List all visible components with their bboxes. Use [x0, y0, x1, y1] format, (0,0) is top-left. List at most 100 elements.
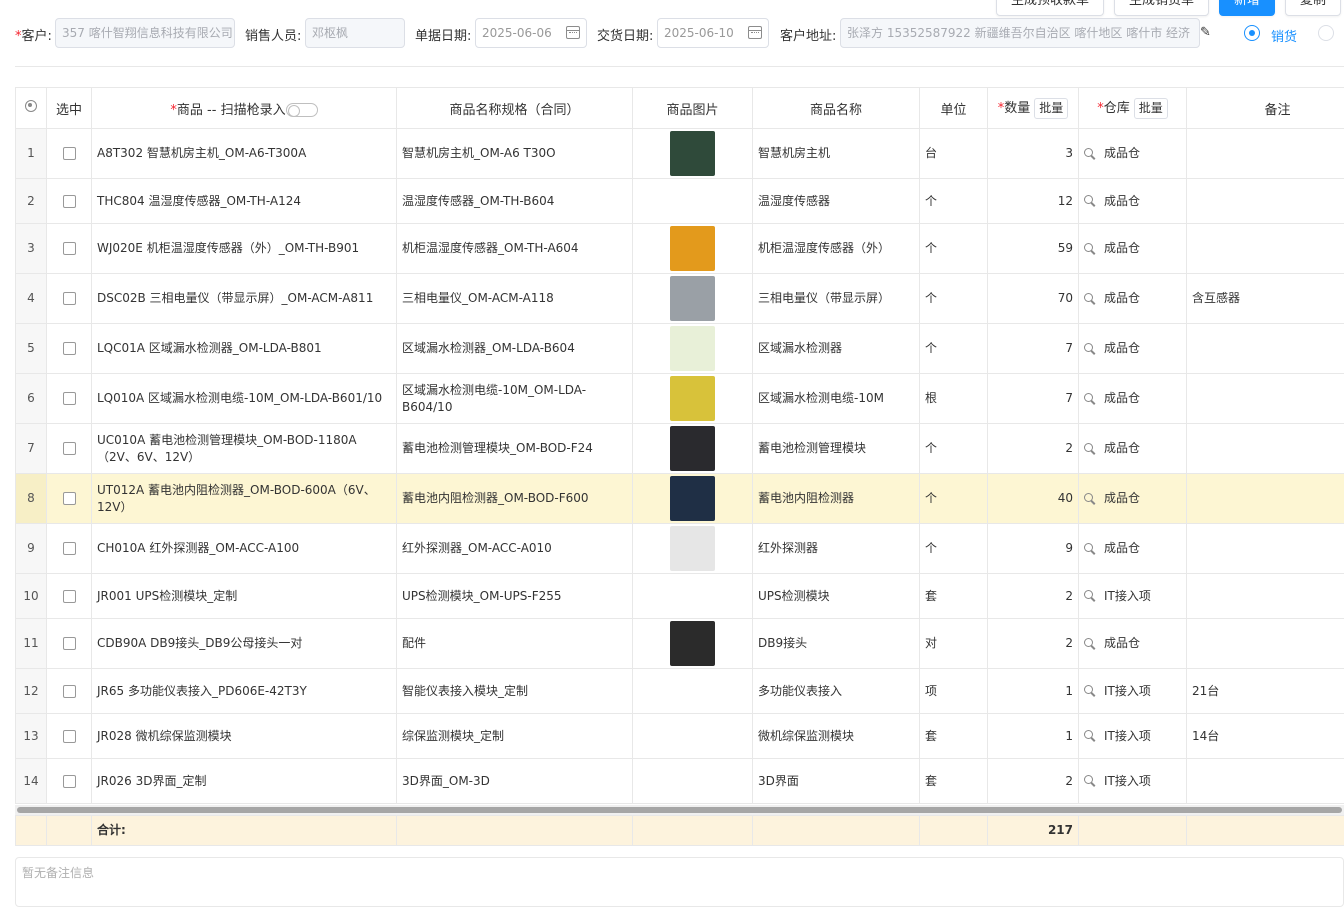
row-checkbox-cell[interactable]	[47, 619, 92, 669]
table-row[interactable]: 9CH010A 红外探测器_OM-ACC-A100红外探测器_OM-ACC-A0…	[16, 524, 1344, 574]
row-checkbox-cell[interactable]	[47, 574, 92, 619]
radio-return[interactable]	[1318, 25, 1334, 41]
row-checkbox[interactable]	[63, 195, 76, 208]
row-checkbox[interactable]	[63, 730, 76, 743]
table-row[interactable]: 8UT012A 蓄电池内阻检测器_OM-BOD-600A（6V、12V）蓄电池内…	[16, 474, 1344, 524]
name-cell[interactable]: 蓄电池内阻检测器	[753, 474, 920, 524]
copy-button[interactable]: 复制	[1285, 0, 1341, 16]
row-checkbox-cell[interactable]	[47, 129, 92, 179]
edit-icon[interactable]: ✎	[1200, 25, 1211, 40]
name-cell[interactable]: 区域漏水检测器	[753, 324, 920, 374]
search-icon[interactable]	[1084, 685, 1096, 697]
new-button[interactable]: 新增	[1219, 0, 1275, 16]
search-icon[interactable]	[1084, 393, 1096, 405]
name-cell[interactable]: 机柜温湿度传感器（外）	[753, 224, 920, 274]
delivery-date-field[interactable]: 2025-06-10	[657, 18, 769, 48]
spec-cell[interactable]: 机柜温湿度传感器_OM-TH-A604	[397, 224, 633, 274]
table-row[interactable]: 13JR028 微机综保监测模块综保监测模块_定制微机综保监测模块套1IT接入项…	[16, 714, 1344, 759]
warehouse-cell[interactable]: 成品仓	[1079, 324, 1187, 374]
table-row[interactable]: 11CDB90A DB9接头_DB9公母接头一对配件DB9接头对2成品仓	[16, 619, 1344, 669]
warehouse-cell[interactable]: IT接入项	[1079, 669, 1187, 714]
sales-field[interactable]: 邓枢枫	[305, 18, 405, 48]
spec-cell[interactable]: 智能仪表接入模块_定制	[397, 669, 633, 714]
name-cell[interactable]: DB9接头	[753, 619, 920, 669]
search-icon[interactable]	[1084, 638, 1096, 650]
remark-cell[interactable]	[1187, 129, 1344, 179]
qty-cell[interactable]: 1	[988, 714, 1079, 759]
warehouse-cell[interactable]: 成品仓	[1079, 224, 1187, 274]
name-cell[interactable]: 智慧机房主机	[753, 129, 920, 179]
search-icon[interactable]	[1084, 293, 1096, 305]
unit-cell[interactable]: 个	[920, 274, 988, 324]
remark-cell[interactable]: 含互感器	[1187, 274, 1344, 324]
product-thumbnail[interactable]	[670, 131, 715, 176]
spec-cell[interactable]: 蓄电池内阻检测器_OM-BOD-F600	[397, 474, 633, 524]
remark-cell[interactable]	[1187, 524, 1344, 574]
row-checkbox[interactable]	[63, 442, 76, 455]
spec-cell[interactable]: 区域漏水检测电缆-10M_OM-LDA-B604/10	[397, 374, 633, 424]
unit-cell[interactable]: 对	[920, 619, 988, 669]
product-thumbnail[interactable]	[670, 376, 715, 421]
remark-cell[interactable]	[1187, 224, 1344, 274]
qty-cell[interactable]: 12	[988, 179, 1079, 224]
search-icon[interactable]	[1084, 148, 1096, 160]
remark-cell[interactable]	[1187, 759, 1344, 804]
spec-cell[interactable]: 温湿度传感器_OM-TH-B604	[397, 179, 633, 224]
table-row[interactable]: 12JR65 多功能仪表接入_PD606E-42T3Y智能仪表接入模块_定制多功…	[16, 669, 1344, 714]
spec-cell[interactable]: 三相电量仪_OM-ACM-A118	[397, 274, 633, 324]
row-checkbox[interactable]	[63, 242, 76, 255]
spec-cell[interactable]: 综保监测模块_定制	[397, 714, 633, 759]
qty-cell[interactable]: 7	[988, 374, 1079, 424]
unit-cell[interactable]: 套	[920, 574, 988, 619]
spec-cell[interactable]: UPS检测模块_OM-UPS-F255	[397, 574, 633, 619]
warehouse-cell[interactable]: IT接入项	[1079, 759, 1187, 804]
remark-cell[interactable]: 14台	[1187, 714, 1344, 759]
radio-sales[interactable]	[1244, 25, 1260, 41]
warehouse-cell[interactable]: 成品仓	[1079, 524, 1187, 574]
settings-cell[interactable]	[16, 88, 47, 129]
table-row[interactable]: 10JR001 UPS检测模块_定制UPS检测模块_OM-UPS-F255UPS…	[16, 574, 1344, 619]
unit-cell[interactable]: 台	[920, 129, 988, 179]
warehouse-cell[interactable]: 成品仓	[1079, 274, 1187, 324]
row-checkbox-cell[interactable]	[47, 324, 92, 374]
name-cell[interactable]: 多功能仪表接入	[753, 669, 920, 714]
spec-cell[interactable]: 区域漏水检测器_OM-LDA-B604	[397, 324, 633, 374]
table-row[interactable]: 3WJ020E 机柜温湿度传感器（外）_OM-TH-B901机柜温湿度传感器_O…	[16, 224, 1344, 274]
row-checkbox-cell[interactable]	[47, 424, 92, 474]
row-checkbox-cell[interactable]	[47, 714, 92, 759]
qty-cell[interactable]: 2	[988, 424, 1079, 474]
row-checkbox[interactable]	[63, 590, 76, 603]
unit-cell[interactable]: 个	[920, 524, 988, 574]
remark-textarea[interactable]: 暂无备注信息	[15, 857, 1344, 907]
name-cell[interactable]: 三相电量仪（带显示屏）	[753, 274, 920, 324]
warehouse-cell[interactable]: IT接入项	[1079, 714, 1187, 759]
search-icon[interactable]	[1084, 730, 1096, 742]
warehouse-cell[interactable]: 成品仓	[1079, 179, 1187, 224]
row-checkbox-cell[interactable]	[47, 669, 92, 714]
scrollbar-thumb[interactable]	[17, 807, 1342, 813]
row-checkbox[interactable]	[63, 492, 76, 505]
product-cell[interactable]: JR001 UPS检测模块_定制	[92, 574, 397, 619]
unit-cell[interactable]: 套	[920, 759, 988, 804]
remark-cell[interactable]: 21台	[1187, 669, 1344, 714]
unit-cell[interactable]: 根	[920, 374, 988, 424]
row-checkbox-cell[interactable]	[47, 274, 92, 324]
product-cell[interactable]: A8T302 智慧机房主机_OM-A6-T300A	[92, 129, 397, 179]
row-checkbox[interactable]	[63, 392, 76, 405]
table-row[interactable]: 4DSC02B 三相电量仪（带显示屏）_OM-ACM-A811三相电量仪_OM-…	[16, 274, 1344, 324]
product-thumbnail[interactable]	[670, 476, 715, 521]
spec-cell[interactable]: 红外探测器_OM-ACC-A010	[397, 524, 633, 574]
generate-receipt-button[interactable]: 生成预收款单	[996, 0, 1104, 16]
row-checkbox-cell[interactable]	[47, 474, 92, 524]
qty-cell[interactable]: 3	[988, 129, 1079, 179]
qty-cell[interactable]: 1	[988, 669, 1079, 714]
name-cell[interactable]: 微机综保监测模块	[753, 714, 920, 759]
row-checkbox[interactable]	[63, 685, 76, 698]
remark-cell[interactable]	[1187, 324, 1344, 374]
remark-cell[interactable]	[1187, 574, 1344, 619]
table-row[interactable]: 6LQ010A 区域漏水检测电缆-10M_OM-LDA-B601/10区域漏水检…	[16, 374, 1344, 424]
product-thumbnail[interactable]	[670, 621, 715, 666]
product-cell[interactable]: DSC02B 三相电量仪（带显示屏）_OM-ACM-A811	[92, 274, 397, 324]
qty-cell[interactable]: 7	[988, 324, 1079, 374]
qty-cell[interactable]: 59	[988, 224, 1079, 274]
